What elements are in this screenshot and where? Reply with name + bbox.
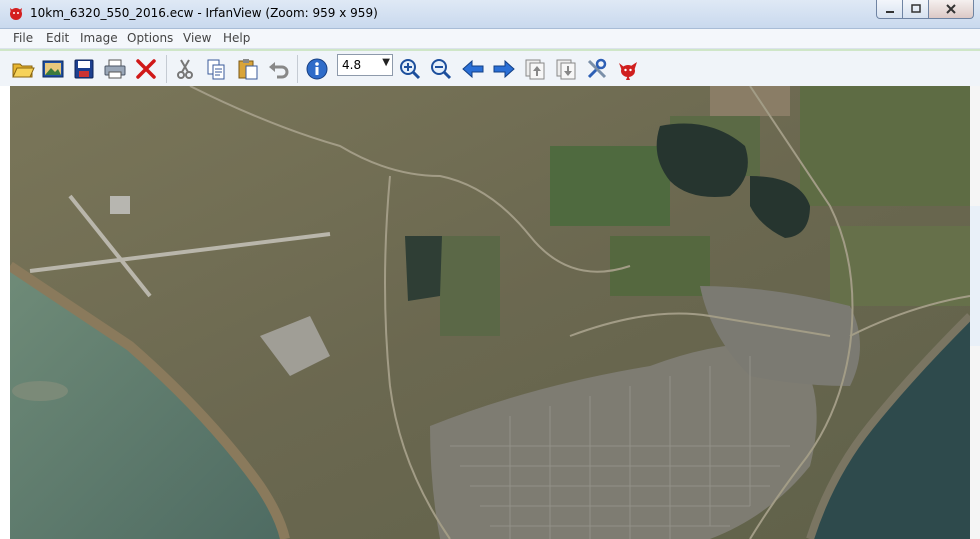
about-button[interactable] [615,56,641,82]
open-button[interactable] [10,56,36,82]
title-bar[interactable]: 10km_6320_550_2016.ecw - IrfanView (Zoom… [0,0,980,29]
zoom-level-select[interactable]: 4.8 ▼ [337,54,393,76]
copy-icon [207,59,225,80]
chevron-down-icon: ▼ [382,57,390,68]
delete-icon [136,59,156,79]
save-icon [74,59,94,79]
window-title: 10km_6320_550_2016.ecw - IrfanView (Zoom… [30,6,378,20]
open-folder-icon [12,63,35,78]
zoom-out-icon [431,59,452,80]
menu-edit[interactable]: Edit [46,31,69,45]
previous-button[interactable] [460,56,486,82]
menu-file[interactable]: File [13,31,33,45]
toolbar-separator [166,55,167,83]
delete-button[interactable] [133,56,159,82]
zoom-out-button[interactable] [428,56,454,82]
save-button[interactable] [71,56,97,82]
scrollbar-highlight [970,206,980,346]
zoom-level-value: 4.8 [342,58,362,72]
cut-icon [177,59,193,79]
menu-view[interactable]: View [183,31,211,45]
slideshow-icon [42,60,64,78]
menu-bar: File Edit Image Options View Help [0,29,980,49]
next-icon [493,59,515,79]
properties-button[interactable] [584,56,610,82]
zoom-in-icon [400,59,421,80]
minimize-button[interactable] [876,0,903,19]
maximize-icon [910,4,921,13]
image-view[interactable] [10,86,970,539]
info-button[interactable] [304,56,330,82]
settings-tools-icon [587,58,607,79]
page-down-icon [556,59,576,80]
aerial-photo [10,86,970,539]
slideshow-button[interactable] [40,56,66,82]
toolbar-separator [297,55,298,83]
maximize-button[interactable] [903,0,929,19]
undo-icon [269,62,289,79]
toolbar [0,49,980,88]
info-icon [306,58,328,80]
menu-image[interactable]: Image [80,31,118,45]
window-left-edge [0,86,10,539]
irfanview-cat-icon [10,8,22,20]
irfanview-cat-icon [619,62,637,80]
copy-button[interactable] [203,56,229,82]
undo-button[interactable] [266,56,292,82]
menu-options[interactable]: Options [127,31,173,45]
page-down-button[interactable] [553,56,579,82]
close-icon [946,4,956,14]
next-button[interactable] [491,56,517,82]
vertical-scrollbar[interactable] [970,86,980,539]
paste-button[interactable] [235,56,261,82]
minimize-icon [885,11,894,13]
zoom-in-button[interactable] [397,56,423,82]
menu-help[interactable]: Help [223,31,250,45]
close-button[interactable] [929,0,974,19]
paste-icon [238,59,258,80]
previous-icon [462,59,484,79]
print-icon [104,59,126,79]
print-button[interactable] [102,56,128,82]
cut-button[interactable] [172,56,198,82]
page-up-icon [525,59,545,80]
page-up-button[interactable] [522,56,548,82]
